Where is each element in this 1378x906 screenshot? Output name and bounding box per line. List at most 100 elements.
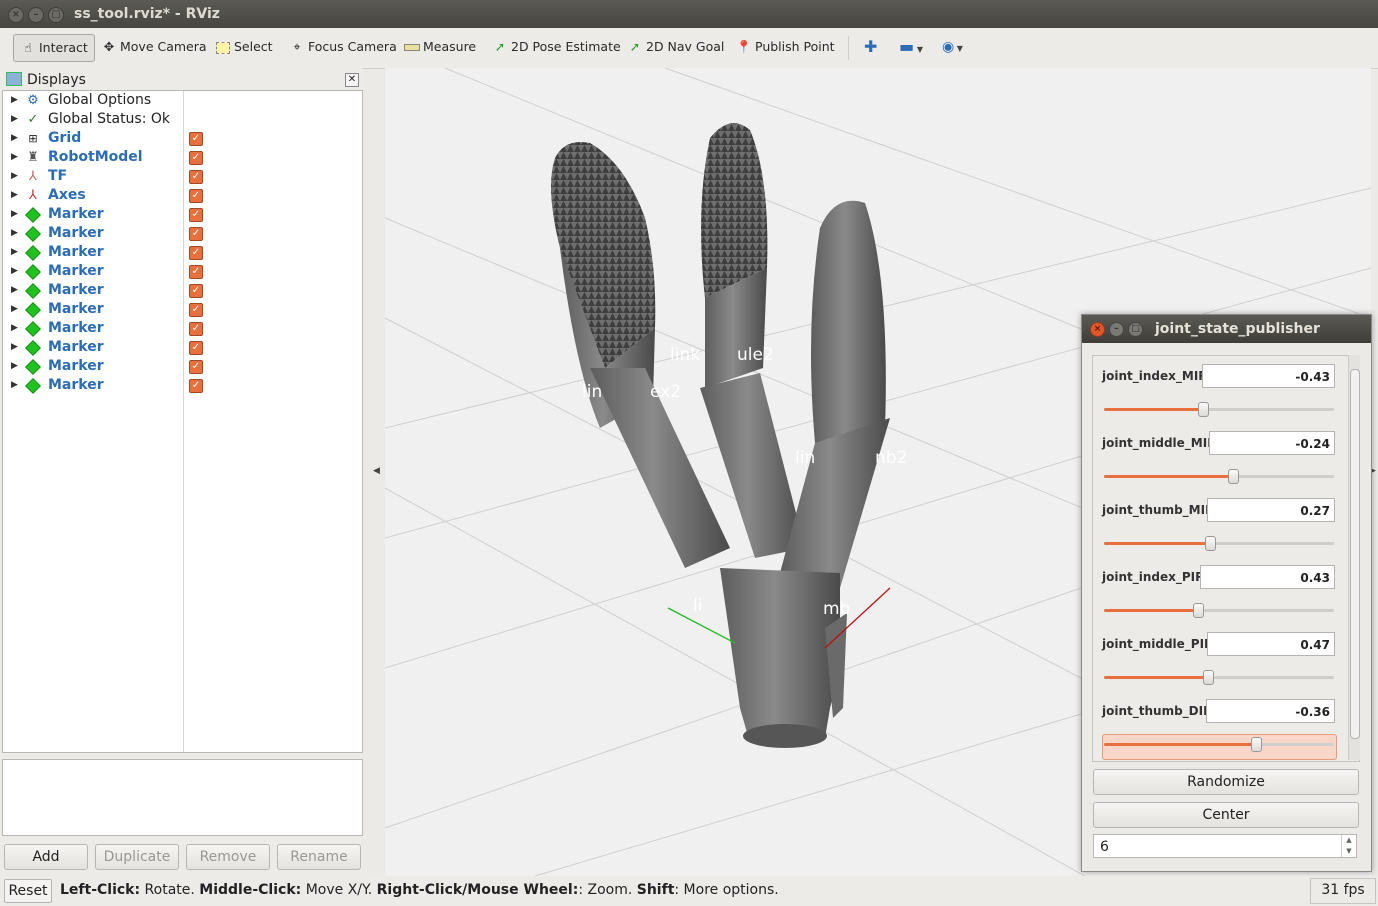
maximize-window-icon[interactable]: □: [1128, 322, 1143, 337]
display-label: Marker: [48, 206, 104, 222]
publish-point-tool-button[interactable]: 📍 Publish Point: [730, 34, 841, 60]
add-display-button[interactable]: Add: [4, 844, 88, 870]
display-row-marker[interactable]: ▶ Marker ✓: [3, 300, 362, 319]
expand-arrow-icon[interactable]: ▶: [11, 205, 18, 224]
enable-checkbox[interactable]: ✓: [189, 322, 203, 336]
expand-arrow-icon[interactable]: ▶: [11, 129, 18, 148]
pose-estimate-tool-button[interactable]: ➚ 2D Pose Estimate: [486, 34, 627, 60]
joint-slider[interactable]: [1104, 670, 1334, 685]
select-tool-button[interactable]: Select: [209, 34, 279, 60]
maximize-window-icon[interactable]: □: [48, 7, 64, 23]
enable-checkbox[interactable]: ✓: [189, 265, 203, 279]
display-row-global-status[interactable]: ▶ ✓ Global Status: Ok: [3, 110, 362, 129]
joint-slider[interactable]: [1104, 402, 1334, 417]
joint-value-field[interactable]: -0.24: [1209, 431, 1335, 455]
focus-camera-tool-button[interactable]: ⌖ Focus Camera: [283, 34, 403, 60]
joint-slider[interactable]: [1104, 536, 1334, 551]
slider-handle[interactable]: [1202, 670, 1214, 685]
expand-arrow-icon[interactable]: ▶: [11, 357, 18, 376]
enable-checkbox[interactable]: ✓: [189, 132, 203, 146]
joint-value-field[interactable]: 0.43: [1200, 565, 1335, 589]
measure-tool-button[interactable]: Measure: [398, 34, 482, 60]
display-row-marker[interactable]: ▶ Marker ✓: [3, 338, 362, 357]
expand-arrow-icon[interactable]: ▶: [11, 186, 18, 205]
expand-arrow-icon[interactable]: ▶: [11, 148, 18, 167]
expand-arrow-icon[interactable]: ▶: [11, 91, 18, 110]
joint-value-field[interactable]: -0.43: [1202, 364, 1335, 388]
joint-value-field[interactable]: 0.27: [1207, 498, 1335, 522]
randomize-button[interactable]: Randomize: [1093, 769, 1359, 795]
reset-button[interactable]: Reset: [4, 879, 52, 903]
display-row-robotmodel[interactable]: ▶ ♜ RobotModel ✓: [3, 148, 362, 167]
enable-checkbox[interactable]: ✓: [189, 246, 203, 260]
rename-display-button[interactable]: Rename: [277, 844, 361, 870]
close-panel-icon[interactable]: ✕: [345, 73, 359, 87]
scrollbar-thumb[interactable]: [1350, 369, 1360, 739]
minimize-window-icon[interactable]: –: [1109, 322, 1124, 337]
display-row-marker[interactable]: ▶ Marker ✓: [3, 357, 362, 376]
expand-arrow-icon[interactable]: ▶: [11, 224, 18, 243]
enable-checkbox[interactable]: ✓: [189, 189, 203, 203]
display-row-axes[interactable]: ▶ ⅄ Axes ✓: [3, 186, 362, 205]
display-row-marker[interactable]: ▶ Marker ✓: [3, 281, 362, 300]
enable-checkbox[interactable]: ✓: [189, 341, 203, 355]
close-window-icon[interactable]: ×: [1090, 322, 1105, 337]
enable-checkbox[interactable]: ✓: [189, 170, 203, 184]
view-options-button[interactable]: ◉ ▼: [936, 34, 969, 60]
minimize-window-icon[interactable]: –: [28, 7, 44, 23]
column-count-spinbox[interactable]: 6 ▲ ▼: [1093, 834, 1357, 858]
enable-checkbox[interactable]: ✓: [189, 208, 203, 222]
display-row-marker[interactable]: ▶ Marker ✓: [3, 205, 362, 224]
interact-tool-button[interactable]: ☝ Interact: [13, 34, 95, 62]
joint-slider[interactable]: [1104, 603, 1334, 618]
collapse-left-panel-icon[interactable]: ◀: [373, 466, 380, 476]
enable-checkbox[interactable]: ✓: [189, 303, 203, 317]
joint-slider[interactable]: [1104, 737, 1334, 752]
duplicate-display-button[interactable]: Duplicate: [95, 844, 179, 870]
joint-list-scrollbar[interactable]: [1348, 355, 1360, 760]
expand-arrow-icon[interactable]: ▶: [11, 300, 18, 319]
expand-arrow-icon[interactable]: ▶: [11, 319, 18, 338]
grid-icon: ⊞: [28, 132, 38, 145]
display-row-global-options[interactable]: ▶ ⚙ Global Options: [3, 91, 362, 110]
display-row-tf[interactable]: ▶ ⅄ TF ✓: [3, 167, 362, 186]
display-row-marker[interactable]: ▶ Marker ✓: [3, 376, 362, 395]
remove-tool-button[interactable]: ▬ ▼: [893, 34, 929, 60]
nav-goal-tool-button[interactable]: ➚ 2D Nav Goal: [621, 34, 730, 60]
cube-icon: [25, 245, 41, 261]
display-row-marker[interactable]: ▶ Marker ✓: [3, 262, 362, 281]
add-tool-button[interactable]: ✚: [858, 34, 883, 60]
expand-arrow-icon[interactable]: ▶: [11, 167, 18, 186]
enable-checkbox[interactable]: ✓: [189, 360, 203, 374]
center-button[interactable]: Center: [1093, 802, 1359, 828]
expand-arrow-icon[interactable]: ▶: [11, 281, 18, 300]
frame-label: lin: [795, 448, 815, 468]
enable-checkbox[interactable]: ✓: [189, 284, 203, 298]
enable-checkbox[interactable]: ✓: [189, 227, 203, 241]
joint-value-field[interactable]: 0.47: [1207, 632, 1335, 656]
slider-handle[interactable]: [1250, 737, 1262, 752]
display-row-marker[interactable]: ▶ Marker ✓: [3, 319, 362, 338]
slider-handle[interactable]: [1193, 603, 1205, 618]
slider-handle[interactable]: [1227, 469, 1239, 484]
move-camera-tool-button[interactable]: ✥ Move Camera: [95, 34, 213, 60]
expand-arrow-icon[interactable]: ▶: [11, 110, 18, 129]
slider-handle[interactable]: [1197, 402, 1209, 417]
enable-checkbox[interactable]: ✓: [189, 151, 203, 165]
display-row-grid[interactable]: ▶ ⊞ Grid ✓: [3, 129, 362, 148]
close-window-icon[interactable]: ×: [8, 7, 24, 23]
spin-arrows-icon[interactable]: ▲ ▼: [1341, 835, 1356, 857]
frame-label: li: [693, 596, 702, 616]
slider-handle[interactable]: [1204, 536, 1216, 551]
enable-checkbox[interactable]: ✓: [189, 379, 203, 393]
expand-arrow-icon[interactable]: ▶: [11, 262, 18, 281]
hint-text: Rotate.: [140, 882, 200, 898]
joint-slider[interactable]: [1104, 469, 1334, 484]
display-row-marker[interactable]: ▶ Marker ✓: [3, 243, 362, 262]
expand-arrow-icon[interactable]: ▶: [11, 376, 18, 395]
remove-display-button[interactable]: Remove: [186, 844, 270, 870]
expand-arrow-icon[interactable]: ▶: [11, 243, 18, 262]
display-row-marker[interactable]: ▶ Marker ✓: [3, 224, 362, 243]
expand-arrow-icon[interactable]: ▶: [11, 338, 18, 357]
joint-value-field[interactable]: -0.36: [1206, 699, 1335, 723]
